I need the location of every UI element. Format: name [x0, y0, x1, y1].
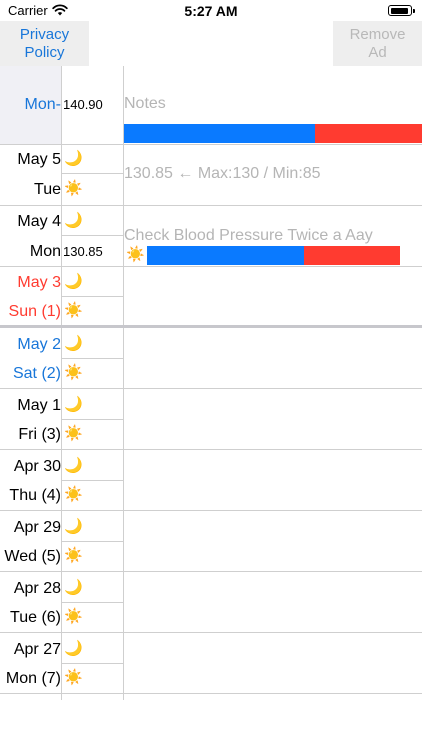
header-value[interactable]: 140.90: [63, 97, 103, 113]
bar-diastolic-header: [315, 124, 422, 143]
half-divider: [62, 663, 123, 664]
day-weekday-label: Tue: [34, 181, 61, 198]
blood-pressure-grid: Mon- 140.90 Notes May 5 🌙 Tue ☀️ 130.85 …: [0, 66, 422, 700]
day-date-label: Apr 29: [13, 519, 61, 536]
row-divider: [0, 388, 422, 389]
column-divider-1: [61, 66, 62, 700]
day-date-label: Apr 27: [13, 641, 61, 658]
sun-icon[interactable]: ☀️: [64, 486, 83, 504]
day-date-label: May 2: [17, 336, 61, 353]
column-divider-2: [123, 66, 124, 700]
half-divider: [62, 419, 123, 420]
row-divider: [0, 510, 422, 511]
remove-ad-label: Remove Ad: [349, 25, 406, 61]
day-weekday-label: Thu (4): [9, 487, 61, 504]
clock-time: 5:27 AM: [184, 3, 238, 19]
half-divider: [62, 235, 123, 236]
day-date-label: May 3: [17, 274, 61, 291]
half-divider: [62, 296, 123, 297]
moon-icon[interactable]: 🌙: [64, 150, 83, 168]
remove-ad-button[interactable]: Remove Ad: [333, 21, 422, 66]
max-min-info: 130.85 ← Max:130 / Min:85: [124, 165, 321, 182]
row-divider: [0, 144, 422, 145]
moon-icon[interactable]: 🌙: [64, 579, 83, 597]
day-weekday-label: Sun (1): [8, 303, 61, 320]
day-date-label: May 4: [17, 213, 61, 230]
row-divider: [0, 205, 422, 206]
moon-icon[interactable]: 🌙: [64, 396, 83, 414]
sun-icon[interactable]: ☀️: [64, 302, 83, 320]
moon-icon[interactable]: 🌙: [64, 518, 83, 536]
sun-icon[interactable]: ☀️: [64, 608, 83, 626]
day-date-label: May 1: [17, 397, 61, 414]
day-date-label: Apr 30: [13, 458, 61, 475]
sun-icon[interactable]: ☀️: [64, 180, 83, 198]
half-divider: [62, 480, 123, 481]
half-divider: [62, 602, 123, 603]
sun-icon[interactable]: ☀️: [64, 364, 83, 382]
half-divider: [62, 541, 123, 542]
row-divider: [0, 449, 422, 450]
bar-diastolic: [304, 246, 400, 265]
half-divider: [62, 173, 123, 174]
moon-icon[interactable]: 🌙: [64, 640, 83, 658]
day-weekday-label: Sat (2): [12, 365, 61, 382]
status-bar: Carrier 5:27 AM: [0, 0, 422, 22]
row-divider: [0, 571, 422, 572]
sun-icon[interactable]: ☀️: [64, 425, 83, 443]
sun-icon[interactable]: ☀️: [64, 547, 83, 565]
privacy-policy-label: Privacy Policy: [19, 25, 70, 61]
moon-icon[interactable]: 🌙: [64, 457, 83, 475]
moon-icon[interactable]: 🌙: [64, 335, 83, 353]
bar-systolic-header: [124, 124, 315, 143]
sun-icon[interactable]: ☀️: [64, 669, 83, 687]
notes-placeholder[interactable]: Notes: [124, 95, 166, 113]
half-divider: [62, 358, 123, 359]
day-weekday-label: Wed (5): [4, 548, 61, 565]
reading-value-mon[interactable]: 130.85: [63, 244, 103, 260]
sun-icon: ☀️: [126, 246, 145, 263]
privacy-policy-button[interactable]: Privacy Policy: [0, 21, 89, 66]
bar-systolic: [147, 246, 304, 265]
row-divider: [0, 632, 422, 633]
row-divider: [0, 693, 422, 694]
header-day-label: Mon-: [24, 96, 61, 113]
day-weekday-label: Fri (3): [18, 426, 61, 443]
reminder-note: Check Blood Pressure Twice a Aay: [124, 227, 373, 244]
day-weekday-label: Mon (7): [5, 670, 61, 687]
row-divider: [0, 266, 422, 267]
moon-icon[interactable]: 🌙: [64, 212, 83, 230]
week-divider: [0, 325, 422, 328]
battery-icon: [388, 5, 415, 16]
day-date-label: May 5: [17, 151, 61, 168]
day-weekday-label: Tue (6): [10, 609, 61, 626]
day-weekday-label: Mon: [29, 243, 61, 260]
day-date-label: Apr 28: [13, 580, 61, 597]
moon-icon[interactable]: 🌙: [64, 273, 83, 291]
